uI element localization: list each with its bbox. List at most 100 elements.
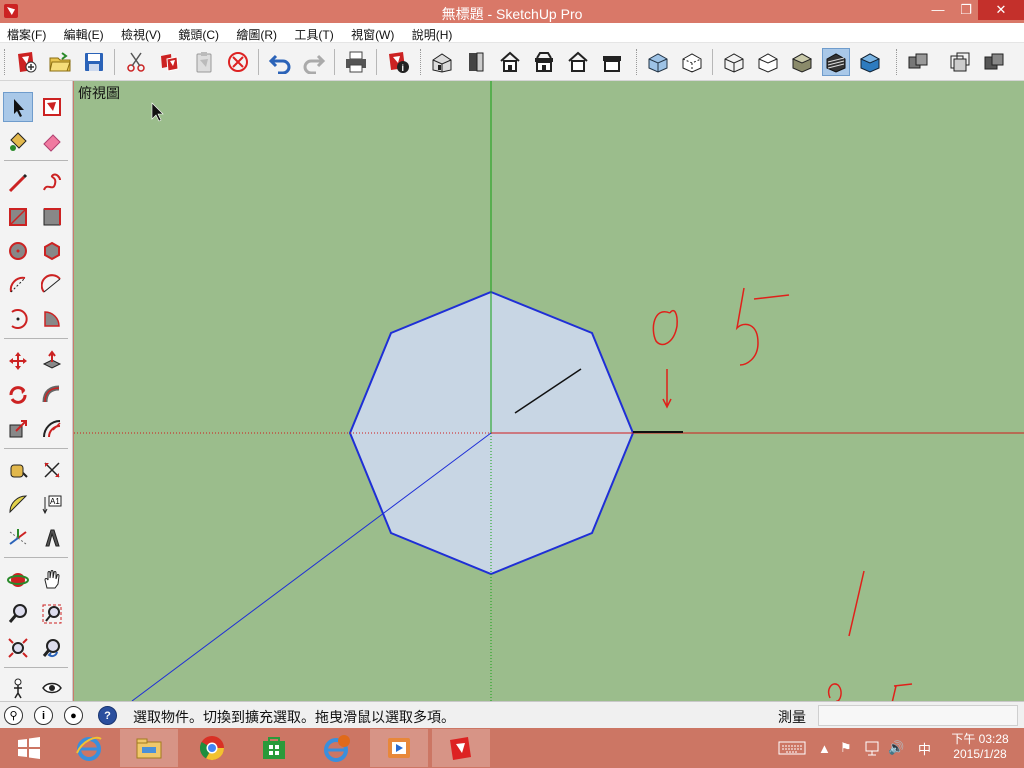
open-icon[interactable]	[46, 48, 74, 76]
left-view-icon[interactable]	[598, 48, 626, 76]
tool-separator	[4, 160, 68, 161]
rotated-rectangle-icon[interactable]	[37, 202, 67, 232]
credits-icon[interactable]: i	[34, 706, 53, 725]
monochrome-icon[interactable]	[856, 48, 884, 76]
clock[interactable]: 下午 03:28 2015/1/28	[940, 732, 1020, 762]
pan-icon[interactable]	[37, 565, 67, 595]
circle-icon[interactable]	[3, 236, 33, 266]
store-icon[interactable]	[245, 729, 303, 767]
toolbar-grip[interactable]	[896, 49, 899, 75]
follow-me-icon[interactable]	[37, 380, 67, 410]
pie-icon[interactable]	[37, 304, 67, 334]
menu-tools[interactable]: 工具(T)	[287, 23, 340, 43]
menu-view[interactable]: 檢視(V)	[114, 23, 168, 43]
windows-taskbar: ▲ ⚑ 🔊 中 下午 03:28 2015/1/28	[0, 728, 1024, 768]
position-camera-icon[interactable]	[3, 673, 33, 703]
top-view-icon[interactable]	[462, 48, 490, 76]
component-icon[interactable]	[904, 48, 932, 76]
toolbar-grip[interactable]	[636, 49, 639, 75]
menu-camera[interactable]: 鏡頭(C)	[171, 23, 226, 43]
zoom-extents-icon[interactable]	[3, 633, 33, 663]
menu-edit[interactable]: 編輯(E)	[57, 23, 111, 43]
two-point-arc-icon[interactable]	[37, 270, 67, 300]
front-view-icon[interactable]	[496, 48, 524, 76]
eraser-icon[interactable]	[37, 126, 67, 156]
ie-update-icon[interactable]	[308, 729, 366, 767]
print-icon[interactable]	[342, 48, 370, 76]
select-icon[interactable]	[3, 92, 33, 122]
redo-icon[interactable]	[300, 48, 328, 76]
toolbar-grip[interactable]	[4, 49, 7, 75]
group-icon[interactable]	[946, 48, 974, 76]
copy-icon[interactable]	[156, 48, 184, 76]
chrome-icon[interactable]	[183, 729, 241, 767]
measurements-input[interactable]	[818, 705, 1018, 726]
model-canvas[interactable]	[74, 81, 1024, 701]
menu-help[interactable]: 說明(H)	[405, 23, 460, 43]
ime-indicator[interactable]: 中	[918, 728, 931, 768]
three-point-arc-icon[interactable]	[3, 304, 33, 334]
3d-text-icon[interactable]	[37, 523, 67, 553]
start-icon[interactable]	[0, 729, 58, 767]
toolbar-grip[interactable]	[420, 49, 423, 75]
volume-icon[interactable]: 🔊	[888, 728, 904, 768]
paint-bucket-icon[interactable]	[3, 126, 33, 156]
undo-icon[interactable]	[266, 48, 294, 76]
shaded-textures-icon[interactable]	[822, 48, 850, 76]
right-view-icon[interactable]	[530, 48, 558, 76]
restore-button[interactable]: ❐	[952, 0, 980, 20]
hidden-line-icon[interactable]	[754, 48, 782, 76]
close-button[interactable]: ✕	[978, 0, 1024, 20]
outer-shell-icon[interactable]	[980, 48, 1008, 76]
paste-icon[interactable]	[190, 48, 218, 76]
make-component-icon[interactable]	[37, 92, 67, 122]
look-around-icon[interactable]	[37, 673, 67, 703]
menu-file[interactable]: 檔案(F)	[0, 23, 53, 43]
file-explorer-icon[interactable]	[120, 729, 178, 767]
arc-icon[interactable]	[3, 270, 33, 300]
save-icon[interactable]	[80, 48, 108, 76]
keyboard-icon[interactable]	[778, 728, 806, 768]
erase-icon[interactable]	[224, 48, 252, 76]
tape-measure-icon[interactable]	[3, 455, 33, 485]
network-icon[interactable]	[864, 728, 882, 768]
internet-explorer-icon[interactable]	[60, 729, 118, 767]
shaded-icon[interactable]	[788, 48, 816, 76]
axes-icon[interactable]	[3, 523, 33, 553]
menu-window[interactable]: 視窗(W)	[344, 23, 401, 43]
model-info-icon[interactable]: i	[384, 48, 412, 76]
rectangle-icon[interactable]	[3, 202, 33, 232]
freehand-icon[interactable]	[37, 168, 67, 198]
back-edges-icon[interactable]	[678, 48, 706, 76]
offset-icon[interactable]	[37, 414, 67, 444]
line-icon[interactable]	[3, 168, 33, 198]
move-icon[interactable]	[3, 346, 33, 376]
menu-draw[interactable]: 繪圖(R)	[229, 23, 284, 43]
rotate-icon[interactable]	[3, 380, 33, 410]
dimension-icon[interactable]	[37, 455, 67, 485]
zoom-icon[interactable]	[3, 599, 33, 629]
polygon-icon[interactable]	[37, 236, 67, 266]
protractor-icon[interactable]	[3, 489, 33, 519]
geo-location-icon[interactable]: ⚲	[4, 706, 23, 725]
previous-view-icon[interactable]	[37, 633, 67, 663]
drawing-viewport[interactable]: 俯視圖	[74, 81, 1024, 701]
minimize-button[interactable]: —	[924, 0, 952, 20]
orbit-icon[interactable]	[3, 565, 33, 595]
back-view-icon[interactable]	[564, 48, 592, 76]
help-icon[interactable]: ?	[98, 706, 117, 725]
zoom-window-icon[interactable]	[37, 599, 67, 629]
text-icon[interactable]: A1	[37, 489, 67, 519]
scale-icon[interactable]	[3, 414, 33, 444]
xray-icon[interactable]	[644, 48, 672, 76]
user-account-icon[interactable]: ●	[64, 706, 83, 725]
wireframe-icon[interactable]	[720, 48, 748, 76]
show-hidden-icons-icon[interactable]: ▲	[818, 728, 831, 768]
push-pull-icon[interactable]	[37, 346, 67, 376]
action-center-icon[interactable]: ⚑	[840, 728, 852, 768]
sketchup-icon[interactable]	[432, 729, 490, 767]
media-player-icon[interactable]	[370, 729, 428, 767]
iso-view-icon[interactable]	[428, 48, 456, 76]
new-icon[interactable]	[12, 48, 40, 76]
cut-icon[interactable]	[122, 48, 150, 76]
